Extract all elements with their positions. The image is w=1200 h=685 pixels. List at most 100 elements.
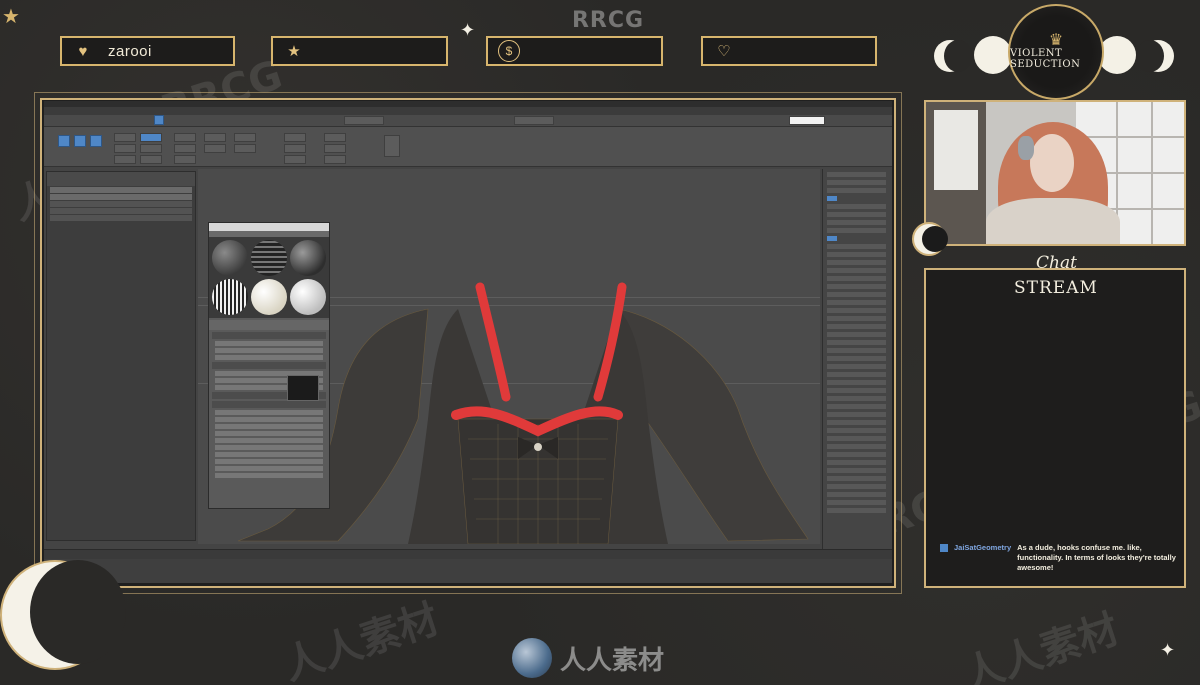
panel-row[interactable] [827,300,886,305]
ribbon-button[interactable] [324,155,346,164]
scene-explorer-panel[interactable] [46,171,196,541]
panel-row[interactable] [827,444,886,449]
selection-icon[interactable] [827,236,837,241]
material-slot[interactable] [251,279,287,315]
panel-row[interactable] [827,244,886,249]
panel-row[interactable] [827,460,886,465]
material-field[interactable] [215,355,323,360]
edit-poly-icon[interactable] [90,135,102,147]
ribbon-button[interactable] [234,144,256,153]
material-section[interactable] [212,362,326,369]
panel-row[interactable] [827,268,886,273]
edit-poly-icon[interactable] [74,135,86,147]
ribbon-button[interactable] [204,144,226,153]
material-slots[interactable] [209,237,329,318]
modeling-ribbon[interactable] [44,127,892,167]
panel-row[interactable] [827,492,886,497]
material-slot[interactable] [212,240,248,276]
scene-explorer-header[interactable] [47,172,195,186]
scene-row[interactable] [50,208,192,214]
material-slot[interactable] [290,279,326,315]
panel-row[interactable] [827,452,886,457]
panel-row[interactable] [827,220,886,225]
ribbon-button[interactable] [140,155,162,164]
material-field[interactable] [215,473,323,478]
panel-row[interactable] [827,396,886,401]
material-field[interactable] [215,417,323,422]
toolbar-button[interactable] [344,116,384,125]
scene-row[interactable] [50,201,192,207]
ribbon-button[interactable] [284,155,306,164]
scene-row[interactable] [50,215,192,221]
panel-row[interactable] [827,348,886,353]
status-bar[interactable] [44,559,892,583]
panel-row[interactable] [827,252,886,257]
panel-row[interactable] [827,188,886,193]
material-toolbar[interactable] [209,320,329,330]
ribbon-button[interactable] [384,135,400,157]
ribbon-button[interactable] [324,133,346,142]
ribbon-button[interactable] [284,144,306,153]
select-tool-icon[interactable] [154,115,164,125]
ribbon-button[interactable] [324,144,346,153]
material-section[interactable] [212,332,326,339]
material-field[interactable] [215,341,323,346]
material-field[interactable] [215,410,323,415]
panel-row[interactable] [827,172,886,177]
panel-row[interactable] [827,292,886,297]
main-toolbar[interactable] [44,115,892,127]
material-field[interactable] [215,466,323,471]
panel-row[interactable] [827,212,886,217]
panel-row[interactable] [827,412,886,417]
material-slot[interactable] [251,240,287,276]
timeline-slider[interactable] [44,549,892,559]
panel-row[interactable] [827,356,886,361]
panel-row[interactable] [827,340,886,345]
panel-row[interactable] [827,260,886,265]
material-field[interactable] [215,445,323,450]
color-swatch[interactable] [287,375,319,401]
panel-row[interactable] [827,180,886,185]
material-field[interactable] [215,424,323,429]
ribbon-button[interactable] [174,144,196,153]
material-slot[interactable] [212,279,248,315]
panel-row[interactable] [827,420,886,425]
panel-row[interactable] [827,388,886,393]
panel-row[interactable] [827,372,886,377]
material-editor-window[interactable] [208,222,330,509]
panel-row[interactable] [827,228,886,233]
edit-poly-icon[interactable] [58,135,70,147]
panel-row[interactable] [827,508,886,513]
panel-row[interactable] [827,484,886,489]
toolbar-button[interactable] [789,116,825,125]
panel-row[interactable] [827,476,886,481]
modifier-icon[interactable] [827,196,837,201]
ribbon-button[interactable] [114,144,136,153]
material-field[interactable] [215,459,323,464]
material-field[interactable] [215,348,323,353]
ribbon-button[interactable] [114,133,136,142]
app-menubar[interactable] [44,107,892,115]
panel-row[interactable] [827,284,886,289]
ribbon-button[interactable] [204,133,226,142]
ribbon-button[interactable] [174,133,196,142]
material-section[interactable] [212,401,326,408]
panel-row[interactable] [827,468,886,473]
material-field[interactable] [215,452,323,457]
panel-row[interactable] [827,428,886,433]
panel-row[interactable] [827,276,886,281]
toolbar-button[interactable] [514,116,554,125]
ribbon-button[interactable] [234,133,256,142]
material-editor-titlebar[interactable] [209,223,329,231]
ribbon-button[interactable] [284,133,306,142]
panel-row[interactable] [827,500,886,505]
scene-row[interactable] [50,187,192,193]
material-slot[interactable] [290,240,326,276]
panel-row[interactable] [827,436,886,441]
panel-row[interactable] [827,316,886,321]
command-panel[interactable] [822,169,890,549]
panel-row[interactable] [827,324,886,329]
ribbon-button[interactable] [140,133,162,142]
ribbon-button[interactable] [114,155,136,164]
panel-row[interactable] [827,404,886,409]
